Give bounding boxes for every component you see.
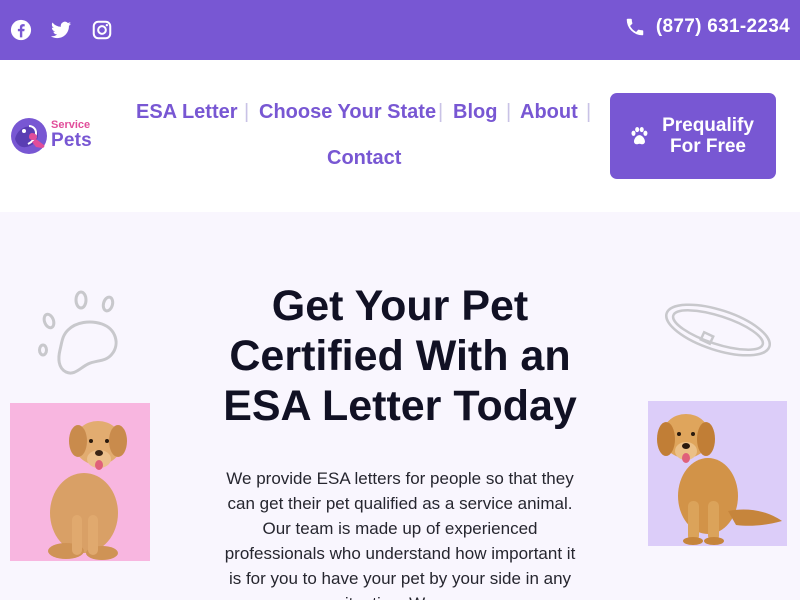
logo[interactable]: Service Pets [10,117,100,157]
logo-mark-icon [11,118,47,154]
site-header: Service Pets ESA Letter | Choose Your St… [0,60,800,212]
instagram-icon[interactable] [90,18,114,42]
nav-separator: | [438,101,444,123]
twitter-icon[interactable] [49,18,73,42]
golden-retriever-image [648,401,787,546]
nav-choose-your-state[interactable]: Choose Your State [259,101,436,124]
hero-description: We provide ESA letters for people so tha… [224,469,576,600]
phone-text: (877) 631-2234 [655,16,790,37]
paw-outline-icon [38,290,118,375]
nav-separator: | [506,101,512,123]
labrador-image [10,403,150,561]
nav-esa-letter[interactable]: ESA Letter [136,101,238,124]
hero-section: Get Your Pet Certified With an ESA Lette… [0,212,800,600]
collar-outline-icon [665,303,771,357]
prequalify-button[interactable]: Prequalify For Free [610,93,776,179]
nav-separator: | [244,101,250,123]
paw-icon [631,127,648,145]
hero-title: Get Your Pet Certified With an ESA Lette… [223,282,577,430]
nav-contact[interactable]: Contact [327,147,401,170]
logo-text-pets: Pets [51,130,92,151]
nav-separator: | [586,101,592,123]
phone-icon [626,18,644,36]
facebook-icon[interactable] [9,18,33,42]
phone-number[interactable]: (877) 631-2234 [624,16,790,38]
top-bar: (877) 631-2234 [0,0,800,60]
nav-about[interactable]: About [520,101,578,124]
nav-blog[interactable]: Blog [453,101,497,124]
prequalify-label: Prequalify For Free [662,115,754,157]
